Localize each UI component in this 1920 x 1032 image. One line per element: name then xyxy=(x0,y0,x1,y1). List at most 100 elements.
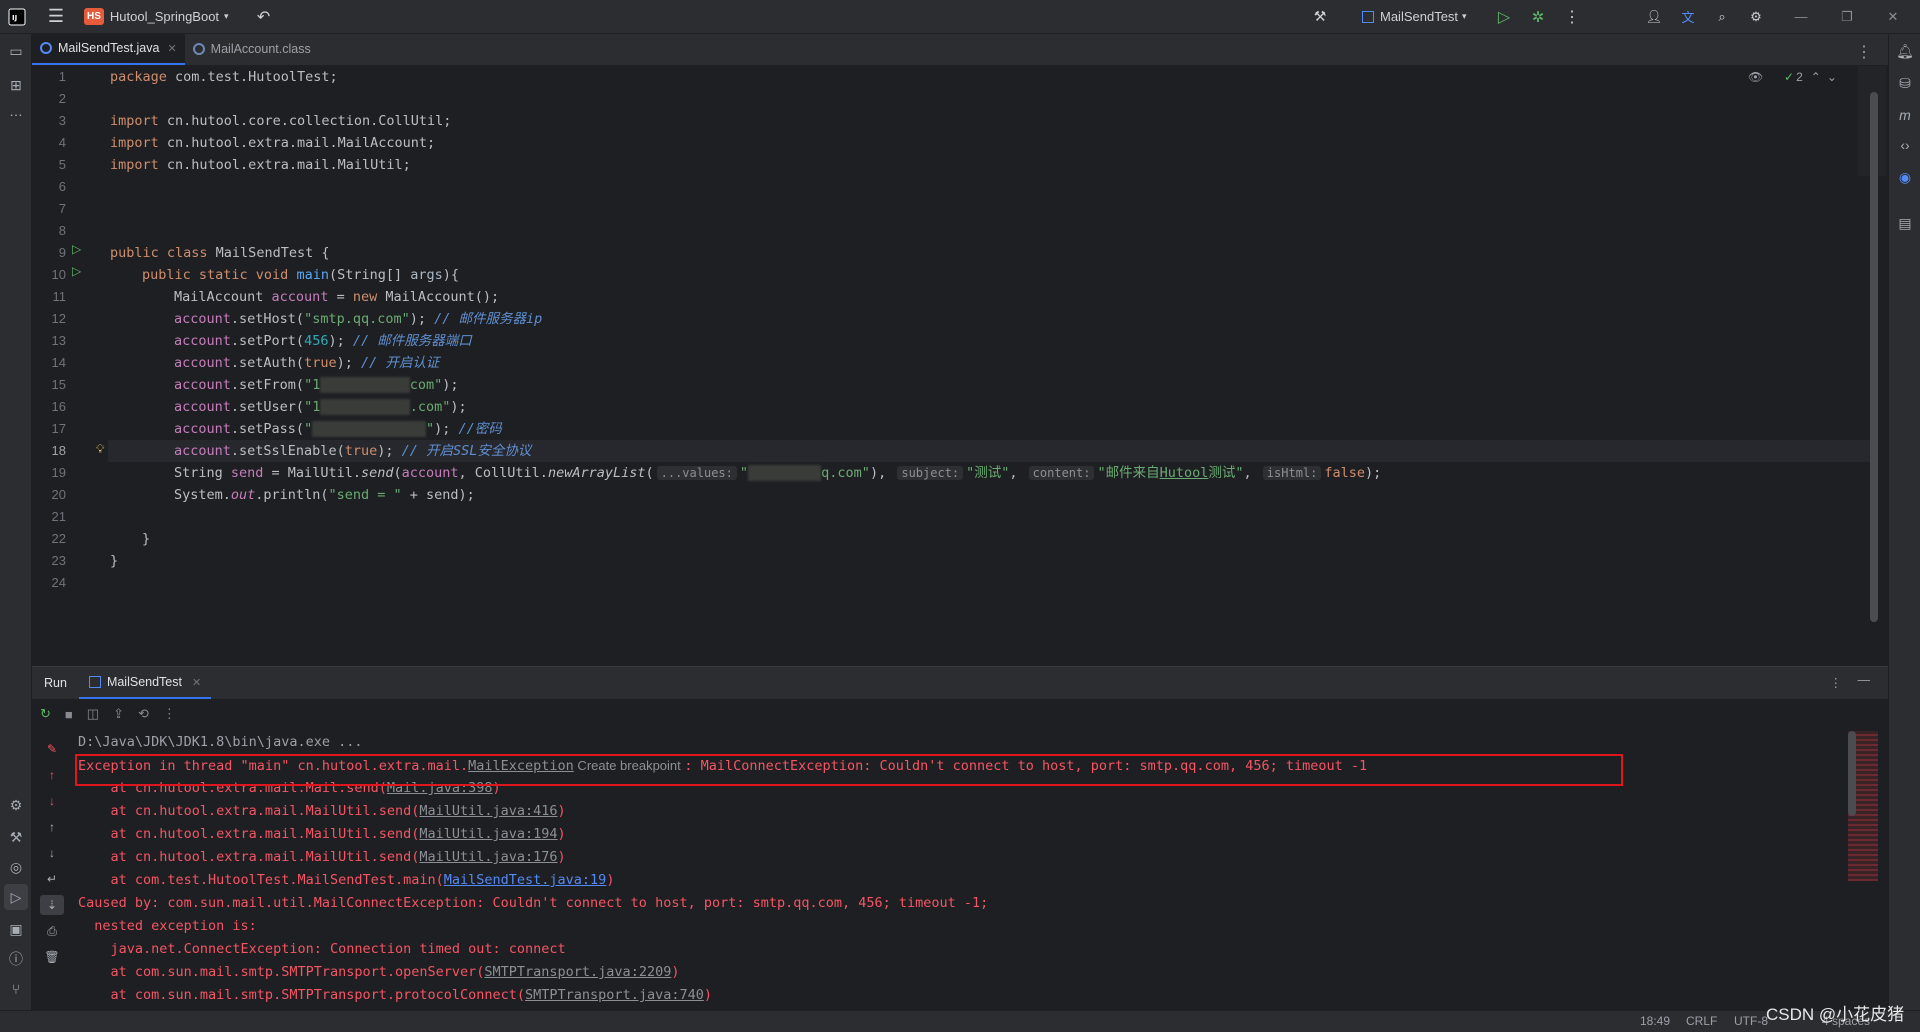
bookmarks-icon[interactable]: ▤ xyxy=(1889,210,1920,236)
line-number: 6 xyxy=(58,179,66,194)
rerun-icon[interactable]: ↻ xyxy=(40,706,51,722)
scroll-up-icon[interactable]: ↑ xyxy=(40,817,64,837)
maven-icon[interactable]: m xyxy=(1889,102,1920,128)
run-gutter-icon[interactable]: ▷ xyxy=(72,242,81,256)
print-icon[interactable]: ⎙ xyxy=(40,921,64,941)
account-icon[interactable]: 👤︎ xyxy=(1640,0,1668,34)
main-menu-icon[interactable]: ☰ xyxy=(34,0,78,34)
database-icon[interactable]: ⛁ xyxy=(1889,70,1920,96)
more-tools-icon[interactable]: … xyxy=(0,98,32,124)
console-line: nested exception is: xyxy=(78,918,257,934)
debug-icon[interactable]: ✲ xyxy=(1524,0,1552,34)
stack-link[interactable]: MailUtil.java:194 xyxy=(419,826,557,842)
ai-assistant-icon[interactable]: ◉ xyxy=(1889,164,1920,190)
close-tab-icon[interactable]: ✕ xyxy=(167,42,176,55)
console-text: at cn.hutool.extra.mail.MailUtil.send( xyxy=(78,803,420,819)
build-hammer-icon[interactable]: ⚒ xyxy=(1306,0,1334,34)
parameter-hint: subject: xyxy=(897,466,964,480)
project-badge: HS xyxy=(84,8,104,25)
code-editor[interactable]: 1 2 3 4 5 6 7 8 9 10 11 12 13 14 15 16 1… xyxy=(32,66,1888,666)
close-tab-icon[interactable]: ✕ xyxy=(192,676,201,689)
line-number: 11 xyxy=(52,289,67,304)
reader-mode-icon[interactable]: 👁︎ xyxy=(1748,70,1763,84)
build-icon[interactable]: ⚒ xyxy=(0,824,32,850)
code-comment: // 邮件服务器端口 xyxy=(352,333,472,349)
parameter-hint: ...values: xyxy=(656,466,737,480)
more-icon[interactable]: ⋮ xyxy=(163,706,176,722)
run-icon[interactable]: ▷ xyxy=(1490,0,1518,34)
stack-link[interactable]: SMTPTransport.java:740 xyxy=(525,987,704,1003)
stack-link[interactable]: MailUtil.java:416 xyxy=(419,803,557,819)
terminal-icon[interactable]: ▣ xyxy=(0,916,32,942)
endpoints-icon[interactable]: ‹› xyxy=(1889,132,1920,158)
line-number-gutter: 1 2 3 4 5 6 7 8 9 10 11 12 13 14 15 16 1… xyxy=(32,66,108,666)
tab-actions-icon[interactable]: ⋮ xyxy=(1856,42,1872,62)
lightbulb-icon[interactable]: 💡︎ xyxy=(96,442,104,457)
project-selector[interactable]: HS Hutool_SpringBoot ▾ xyxy=(78,0,235,34)
chevron-up-icon[interactable]: ⌃ xyxy=(1811,70,1821,84)
console-text: at cn.hutool.extra.mail.MailUtil.send( xyxy=(78,826,420,842)
more-actions-icon[interactable]: ⋮ xyxy=(1558,0,1586,34)
structure-icon[interactable]: ⊞ xyxy=(0,72,32,98)
scroll-down-icon[interactable]: ↓ xyxy=(40,843,64,863)
project-folder-icon[interactable]: ▭ xyxy=(0,38,32,64)
stop-icon[interactable]: ■ xyxy=(65,707,73,722)
code-token: send xyxy=(360,465,394,481)
scroll-to-end-icon[interactable]: ⇣ xyxy=(40,895,64,915)
line-number: 13 xyxy=(51,333,66,348)
console-text: at com.sun.mail.smtp.SMTPTransport.proto… xyxy=(78,987,526,1003)
git-icon[interactable]: ⑂ xyxy=(0,976,32,1002)
run-config-selector[interactable]: MailSendTest ▾ xyxy=(1358,0,1471,34)
intellij-logo-icon[interactable]: IJ xyxy=(0,0,34,34)
inspection-widget[interactable]: ✓ 2 ⌃ ⌄ xyxy=(1784,70,1837,84)
tab-label: MailAccount.class xyxy=(210,42,311,56)
line-separator[interactable]: CRLF xyxy=(1686,1014,1717,1028)
code-token: "send = " xyxy=(328,487,402,503)
tab-mailaccount-class[interactable]: MailAccount.class xyxy=(185,33,319,65)
export-icon[interactable]: ⇪ xyxy=(113,706,124,722)
search-icon[interactable]: ⌕ xyxy=(1708,0,1736,34)
notifications-bell-icon[interactable]: 🔔︎ xyxy=(1889,38,1920,64)
console-text: ) xyxy=(671,964,680,980)
restore-icon[interactable]: ❐ xyxy=(1832,0,1862,34)
hide-panel-icon[interactable]: — xyxy=(1858,673,1871,687)
run-gutter-icon[interactable]: ▷ xyxy=(72,264,81,278)
stack-link[interactable]: MailUtil.java:176 xyxy=(419,849,557,865)
panel-options-icon[interactable]: ⋮ xyxy=(1830,675,1843,690)
redacted-block: xxxxxxxxxxxxxx xyxy=(312,421,426,437)
line-number: 17 xyxy=(51,421,66,436)
services-icon[interactable]: ⚙ xyxy=(0,792,32,818)
editor-scrollbar[interactable] xyxy=(1870,92,1878,622)
caret-position[interactable]: 18:49 xyxy=(1640,1014,1670,1028)
problems-icon[interactable]: ⓘ xyxy=(0,946,32,972)
translate-icon[interactable]: 文 xyxy=(1674,0,1702,34)
settings-gear-icon[interactable]: ⚙ xyxy=(1742,0,1770,34)
console-side-toolbar: ✎ ↑ ↓ ↑ ↓ ↵ ⇣ ⎙ 🗑︎ xyxy=(32,731,72,1011)
screenshot-icon[interactable]: ◫ xyxy=(87,706,99,722)
tab-run-mailsendtest[interactable]: MailSendTest ✕ xyxy=(78,667,212,699)
next-error-icon[interactable]: ↓ xyxy=(40,791,64,811)
code-token: ( xyxy=(645,465,654,481)
trash-icon[interactable]: 🗑︎ xyxy=(40,947,64,967)
previous-error-icon[interactable]: ↑ xyxy=(40,765,64,785)
stack-link[interactable]: MailSendTest.java:19 xyxy=(444,872,607,888)
line-number: 8 xyxy=(58,223,66,238)
tab-mailsendtest-java[interactable]: MailSendTest.java ✕ xyxy=(32,33,185,65)
run-tool-icon[interactable]: ▷ xyxy=(4,884,28,910)
line-number: 23 xyxy=(51,553,66,568)
console-line: at cn.hutool.extra.mail.MailUtil.send(Ma… xyxy=(78,846,566,869)
console-line: at com.sun.mail.smtp.SMTPTransport.openS… xyxy=(78,961,680,984)
java-class-icon xyxy=(40,42,52,54)
minimize-icon[interactable]: — xyxy=(1786,0,1816,34)
chevron-down-icon[interactable]: ⌄ xyxy=(1827,70,1837,84)
profiler-icon[interactable]: ◎ xyxy=(0,854,32,880)
console-scrollbar[interactable] xyxy=(1848,731,1856,816)
file-encoding[interactable]: UTF-8 xyxy=(1734,1014,1768,1028)
close-icon[interactable]: ✕ xyxy=(1878,0,1908,34)
undo-icon[interactable]: ↶ xyxy=(247,0,281,34)
stack-link[interactable]: SMTPTransport.java:2209 xyxy=(484,964,671,980)
soft-wrap-icon[interactable]: ↵ xyxy=(40,869,64,889)
restore-layout-icon[interactable]: ⟲ xyxy=(138,706,149,722)
clear-hammer-icon[interactable]: ✎ xyxy=(40,739,64,759)
code-token: main xyxy=(288,267,329,283)
